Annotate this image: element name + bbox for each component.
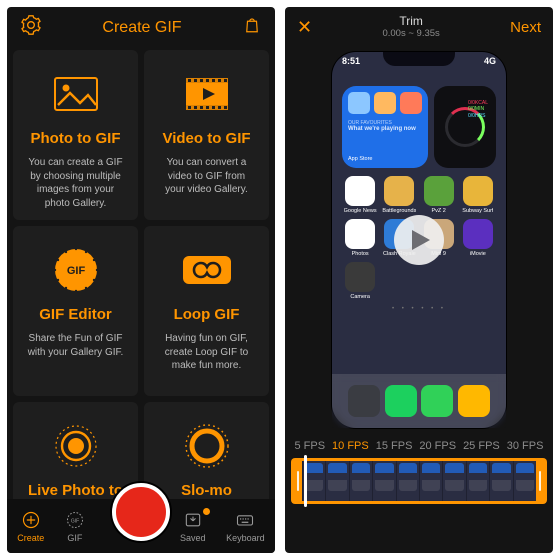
- frame-thumb[interactable]: [489, 461, 512, 501]
- frame-thumb[interactable]: [513, 461, 536, 501]
- dock-app: [458, 385, 490, 417]
- nav-saved[interactable]: Saved: [180, 510, 206, 543]
- nav-label: GIF: [67, 533, 82, 543]
- frame-thumb[interactable]: [419, 461, 442, 501]
- card-title: GIF Editor: [39, 306, 112, 323]
- fps-selector: 5 FPS 10 FPS 15 FPS 20 FPS 25 FPS 30 FPS: [285, 434, 553, 456]
- image-icon: [54, 70, 98, 118]
- trim-handle-right[interactable]: [536, 461, 544, 501]
- slo-mo-icon: [184, 422, 230, 470]
- card-title: Video to GIF: [162, 130, 250, 147]
- page-title: Trim: [382, 15, 439, 29]
- create-gif-screen: Create GIF Photo to GIF You can create a…: [7, 7, 275, 553]
- video-preview[interactable]: 8:51 4G OUR FAVOURITES What we're playin…: [332, 52, 506, 428]
- widget-fitness: 0/0KCAL 0/0MIN 0/0HRS Fitness: [434, 86, 496, 168]
- widget-footer: App Store: [348, 156, 422, 162]
- header: ✕ Trim 0.00s ~ 9.35s Next: [285, 7, 553, 44]
- frame-thumb[interactable]: [396, 461, 419, 501]
- widget-appstore: OUR FAVOURITES What we're playing now Ap…: [342, 86, 428, 168]
- widget-line: What we're playing now: [348, 126, 422, 133]
- app-icon: Google News: [345, 176, 375, 214]
- loop-icon: [182, 246, 232, 294]
- trim-strip[interactable]: [291, 458, 547, 504]
- page-dots: • • • • • •: [332, 306, 506, 312]
- frame-thumb[interactable]: [325, 461, 348, 501]
- frames[interactable]: [302, 461, 536, 501]
- video-icon: [185, 70, 229, 118]
- card-desc: Having fun on GIF, create Loop GIF to ma…: [154, 332, 259, 373]
- nav-label: Keyboard: [226, 533, 265, 543]
- widget-tag: OUR FAVOURITES: [348, 120, 422, 126]
- feature-grid: Photo to GIF You can create a GIF by cho…: [7, 46, 275, 553]
- app-icon: iMovie: [463, 219, 493, 257]
- gif-badge-icon: GIF: [53, 246, 99, 294]
- app-icon: Camera: [345, 262, 375, 300]
- nav-label: Saved: [180, 533, 206, 543]
- fps-option[interactable]: 15 FPS: [376, 440, 413, 452]
- trim-handle-left[interactable]: [294, 461, 302, 501]
- nav-keyboard[interactable]: Keyboard: [226, 510, 265, 543]
- card-desc: Share the Fun of GIF with your Gallery G…: [23, 332, 128, 359]
- card-title: Loop GIF: [174, 306, 240, 323]
- play-button[interactable]: [394, 215, 444, 265]
- card-gif-editor[interactable]: GIF GIF Editor Share the Fun of GIF with…: [13, 226, 138, 396]
- badge-dot: [203, 508, 210, 515]
- card-photo-to-gif[interactable]: Photo to GIF You can create a GIF by cho…: [13, 50, 138, 220]
- notch: [383, 52, 455, 66]
- fps-option[interactable]: 30 FPS: [507, 440, 544, 452]
- svg-text:GIF: GIF: [71, 518, 79, 524]
- live-photo-icon: [53, 422, 99, 470]
- header: Create GIF: [7, 7, 275, 46]
- status-carrier: 4G: [484, 56, 496, 66]
- nav-label: Create: [17, 533, 44, 543]
- app-icon: Battlegrounds: [384, 176, 414, 214]
- fps-option[interactable]: 20 FPS: [419, 440, 456, 452]
- fps-option[interactable]: 25 FPS: [463, 440, 500, 452]
- card-desc: You can create a GIF by choosing multipl…: [23, 156, 128, 210]
- frame-thumb[interactable]: [442, 461, 465, 501]
- trim-screen: ✕ Trim 0.00s ~ 9.35s Next 8:51 4G OUR FA…: [285, 7, 553, 553]
- frame-thumb[interactable]: [466, 461, 489, 501]
- gear-icon[interactable]: [21, 15, 41, 40]
- dock: [332, 374, 506, 428]
- dock-app: [348, 385, 380, 417]
- record-button[interactable]: [112, 483, 170, 541]
- time-range: 0.00s ~ 9.35s: [382, 29, 439, 40]
- next-button[interactable]: Next: [510, 19, 541, 36]
- widget-row: OUR FAVOURITES What we're playing now Ap…: [332, 66, 506, 174]
- card-desc: You can convert a video to GIF from your…: [154, 156, 259, 197]
- frame-thumb[interactable]: [349, 461, 372, 501]
- card-loop-gif[interactable]: Loop GIF Having fun on GIF, create Loop …: [144, 226, 269, 396]
- bag-icon[interactable]: [243, 15, 261, 40]
- playhead[interactable]: [304, 455, 307, 507]
- nav-create[interactable]: Create: [17, 510, 44, 543]
- header-title-block: Trim 0.00s ~ 9.35s: [382, 15, 439, 40]
- app-icon: Subway Surf: [463, 176, 493, 214]
- dock-app: [385, 385, 417, 417]
- app-icon: PvZ 2: [424, 176, 454, 214]
- nav-gif[interactable]: GIF GIF: [65, 510, 85, 543]
- fps-option[interactable]: 5 FPS: [294, 440, 325, 452]
- card-video-to-gif[interactable]: Video to GIF You can convert a video to …: [144, 50, 269, 220]
- card-title: Photo to GIF: [31, 130, 121, 147]
- card-title: Slo-mo: [181, 482, 232, 499]
- dock-app: [421, 385, 453, 417]
- svg-text:GIF: GIF: [66, 265, 85, 277]
- close-icon[interactable]: ✕: [297, 17, 312, 38]
- status-time: 8:51: [342, 56, 360, 66]
- fps-option[interactable]: 10 FPS: [332, 440, 369, 452]
- app-icon: Photos: [345, 219, 375, 257]
- frame-thumb[interactable]: [372, 461, 395, 501]
- page-title: Create GIF: [102, 19, 181, 37]
